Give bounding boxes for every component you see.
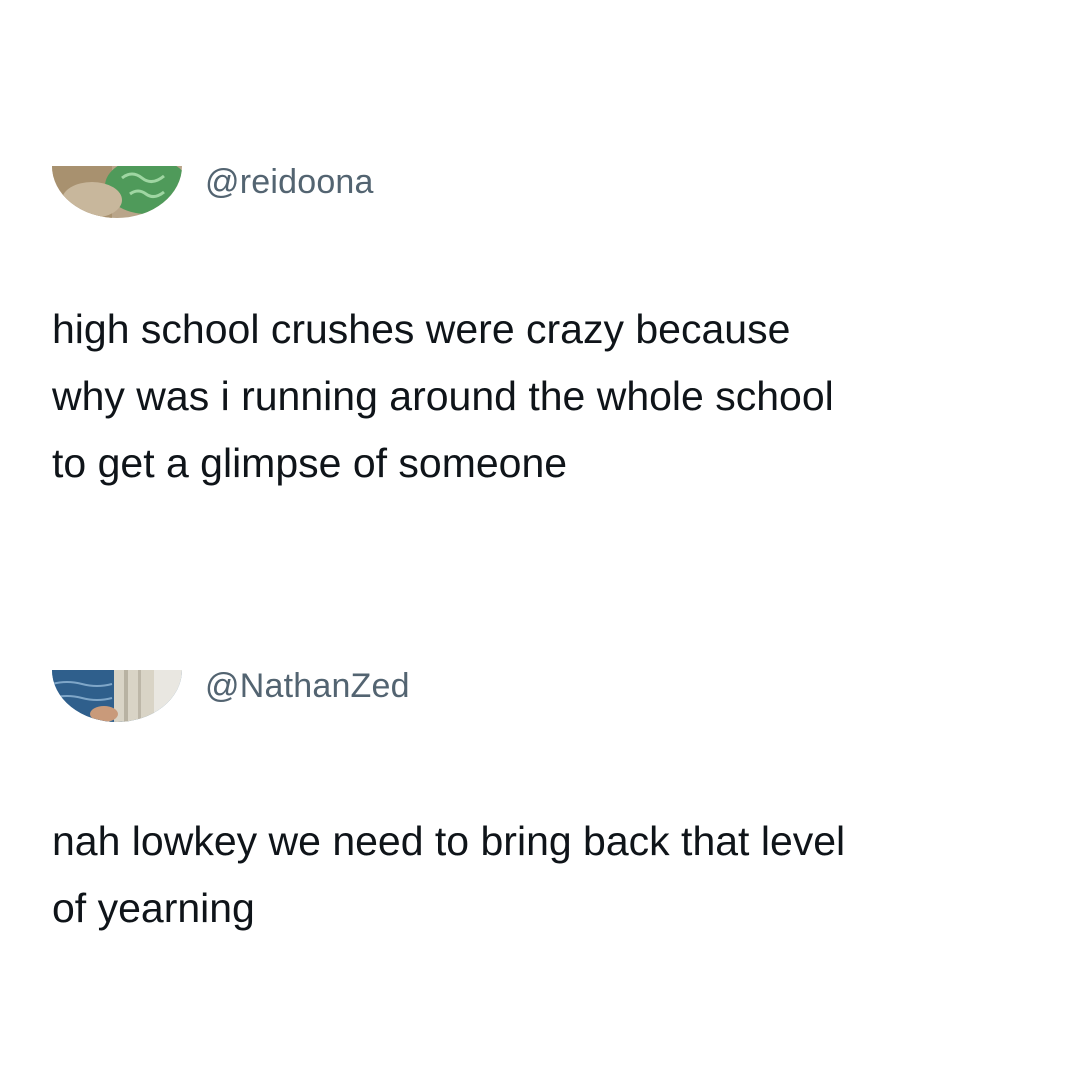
tweet-text-line: to get a glimpse of someone: [52, 440, 568, 486]
username-handle[interactable]: @NathanZed: [205, 667, 410, 706]
avatar-image: [52, 166, 182, 218]
tweet-text-line: nah lowkey we need to bring back that le…: [52, 818, 846, 864]
tweet-text-line: high school crushes were crazy because: [52, 306, 791, 352]
tweet-card: @NathanZed nah lowkey we need to bring b…: [52, 664, 1042, 942]
tweet-header: @NathanZed: [52, 664, 1042, 728]
tweet-header: @reidoona: [52, 160, 1042, 224]
tweet-text-line: why was i running around the whole schoo…: [52, 373, 834, 419]
avatar-image: [52, 670, 182, 722]
tweet-text: nah lowkey we need to bring back that le…: [52, 808, 1042, 942]
avatar[interactable]: [52, 664, 182, 728]
tweet-text: high school crushes were crazy because w…: [52, 296, 1042, 497]
avatar[interactable]: [52, 160, 182, 224]
username-handle[interactable]: @reidoona: [205, 163, 374, 202]
tweet-card: @reidoona high school crushes were crazy…: [52, 160, 1042, 497]
tweet-text-line: of yearning: [52, 885, 255, 931]
